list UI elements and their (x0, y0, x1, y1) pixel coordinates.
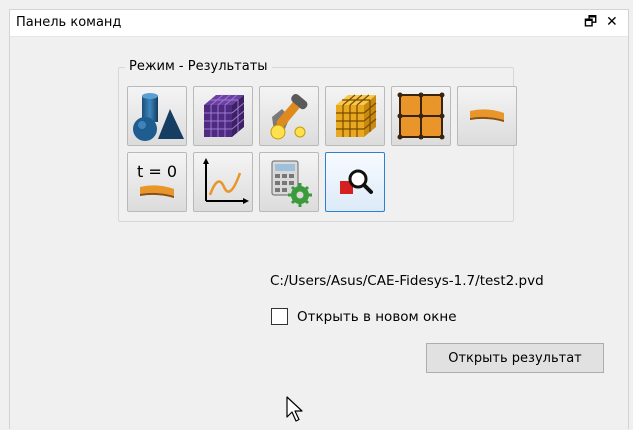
open-new-window-label[interactable]: Открыть в новом окне (297, 309, 457, 325)
mesh-icon (204, 94, 245, 137)
calculation-settings-icon (271, 160, 312, 207)
plot-graph-mode-button[interactable] (193, 152, 253, 212)
open-new-window-checkbox[interactable] (271, 308, 288, 325)
mouse-cursor-icon (286, 396, 303, 422)
materials-icon (270, 94, 308, 140)
open-result-button[interactable]: Открыть результат (426, 343, 604, 373)
panel-title: Панель команд (16, 15, 122, 30)
materials-mode-button[interactable] (259, 86, 319, 146)
mode-group-label: Режим - Результаты (125, 59, 272, 74)
float-window-icon[interactable]: 🗗 (584, 14, 597, 30)
hex-mesh-mode-button[interactable] (325, 86, 385, 146)
geometry-icon (133, 93, 184, 141)
plot-graph-icon (203, 158, 249, 204)
initial-conditions-mode-button[interactable]: t = 0 (127, 152, 187, 212)
beam-icon (470, 109, 504, 122)
beam-mode-button[interactable] (457, 86, 517, 146)
panel-titlebar: Панель команд 🗗 ✕ (10, 10, 628, 37)
results-view-mode-button[interactable] (325, 152, 385, 212)
grid-icon (397, 92, 445, 140)
initial-conditions-label: t = 0 (137, 162, 177, 181)
initial-conditions-icon: t = 0 (137, 162, 177, 198)
results-view-icon (340, 169, 373, 194)
geometry-mode-button[interactable] (127, 86, 187, 146)
close-icon[interactable]: ✕ (606, 14, 618, 30)
mesh-mode-button[interactable] (193, 86, 253, 146)
hex-mesh-icon (336, 94, 377, 137)
grid-mode-button[interactable] (391, 86, 451, 146)
result-file-path: C:/Users/Asus/CAE-Fidesys-1.7/test2.pvd (270, 273, 544, 289)
calculation-settings-mode-button[interactable] (259, 152, 319, 212)
